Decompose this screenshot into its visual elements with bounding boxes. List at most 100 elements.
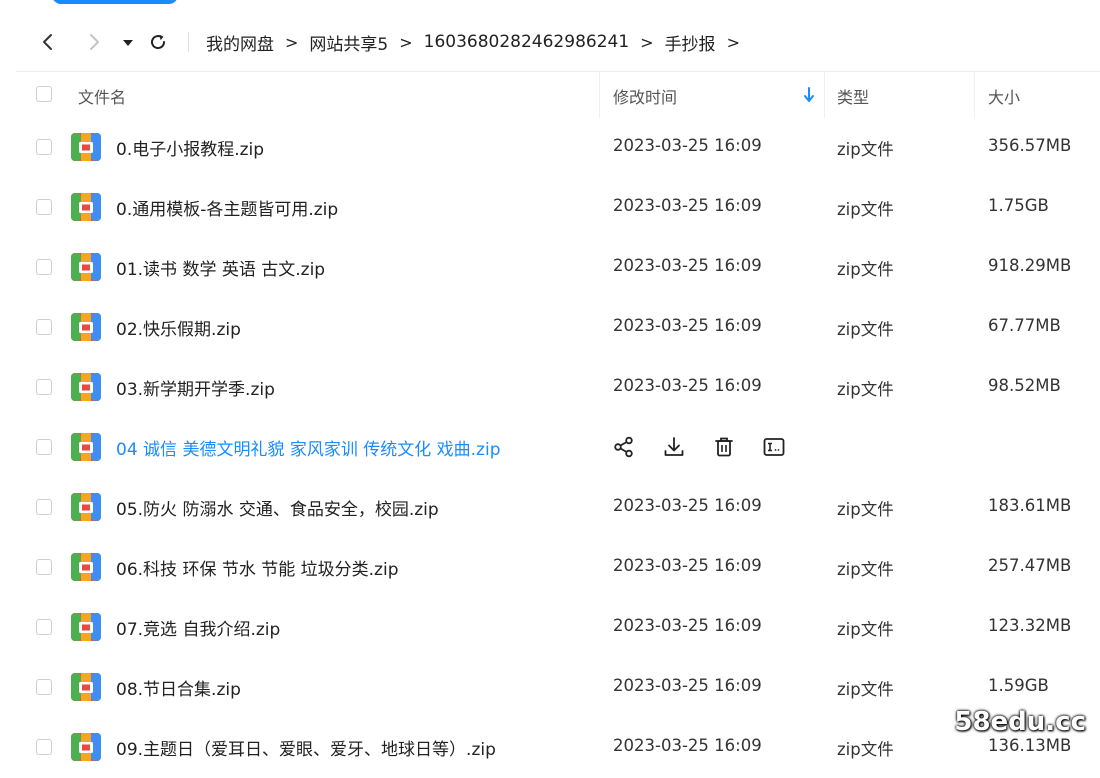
delete-icon[interactable] [712, 435, 736, 459]
file-name[interactable]: 02.快乐假期.zip [116, 315, 241, 340]
table-row[interactable]: 01.读书 数学 英语 古文.zip 2023-03-25 16:09 zip文件 9… [0, 238, 1100, 298]
table-row[interactable]: 05.防火 防溺水 交通、食品安全，校园.zip 2023-03-25 16:09… [0, 478, 1100, 538]
row-checkbox[interactable] [36, 199, 52, 215]
chevron-right-icon[interactable] [84, 32, 104, 52]
zip-archive-icon [70, 671, 102, 703]
file-name[interactable]: 04 诚信 美德文明礼貌 家风家训 传统文化 戏曲.zip [116, 435, 501, 460]
table-row[interactable]: 09.主题日（爱耳日、爱眼、爱牙、地球日等）.zip 2023-03-25 16:… [0, 718, 1100, 778]
nav-separator [188, 32, 189, 52]
file-type: zip文件 [837, 680, 894, 699]
breadcrumb-separator: > [640, 32, 654, 52]
upload-button[interactable] [52, 0, 178, 4]
breadcrumb-separator: > [726, 32, 740, 52]
file-modified: 2023-03-25 16:09 [613, 616, 762, 635]
file-name[interactable]: 01.读书 数学 英语 古文.zip [116, 255, 325, 280]
file-modified: 2023-03-25 16:09 [613, 316, 762, 335]
breadcrumb-item[interactable]: 网站共享5 [309, 30, 388, 55]
table-header: 文件名 修改时间 类型 大小 [0, 72, 1100, 118]
file-name[interactable]: 0.通用模板-各主题皆可用.zip [116, 195, 338, 220]
file-size: 356.57MB [988, 136, 1072, 155]
row-checkbox[interactable] [36, 679, 52, 695]
file-name[interactable]: 03.新学期开学季.zip [116, 375, 275, 400]
file-size: 918.29MB [988, 256, 1072, 275]
table-row[interactable]: 04 诚信 美德文明礼貌 家风家训 传统文化 戏曲.zip [0, 418, 1100, 478]
breadcrumb-item[interactable]: 手抄报 [665, 30, 716, 55]
zip-archive-icon [70, 311, 102, 343]
row-checkbox[interactable] [36, 139, 52, 155]
breadcrumb-separator: > [285, 32, 299, 52]
file-size: 1.75GB [988, 196, 1049, 215]
zip-archive-icon [70, 551, 102, 583]
zip-archive-icon [70, 251, 102, 283]
row-checkbox[interactable] [36, 259, 52, 275]
file-type: zip文件 [837, 320, 894, 339]
breadcrumb-separator: > [399, 32, 413, 52]
file-name[interactable]: 07.竞选 自我介绍.zip [116, 615, 280, 640]
column-divider [824, 72, 825, 118]
row-checkbox[interactable] [36, 559, 52, 575]
zip-archive-icon [70, 431, 102, 463]
file-modified: 2023-03-25 16:09 [613, 556, 762, 575]
file-name[interactable]: 06.科技 环保 节水 节能 垃圾分类.zip [116, 555, 399, 580]
file-type: zip文件 [837, 740, 894, 759]
file-modified: 2023-03-25 16:09 [613, 736, 762, 755]
select-all-checkbox[interactable] [36, 86, 52, 102]
table-row[interactable]: 02.快乐假期.zip 2023-03-25 16:09 zip文件 67.77MB [0, 298, 1100, 358]
row-checkbox[interactable] [36, 499, 52, 515]
share-icon[interactable] [612, 435, 636, 459]
file-type: zip文件 [837, 260, 894, 279]
caret-down-icon[interactable] [118, 32, 138, 52]
file-size: 136.13MB [988, 736, 1072, 755]
file-type: zip文件 [837, 620, 894, 639]
file-size: 98.52MB [988, 376, 1061, 395]
table-row[interactable]: 0.电子小报教程.zip 2023-03-25 16:09 zip文件 356.57M… [0, 118, 1100, 178]
file-size: 67.77MB [988, 316, 1061, 335]
watermark: 58edu.cc [954, 707, 1086, 737]
table-row[interactable]: 06.科技 环保 节水 节能 垃圾分类.zip 2023-03-25 16:09 z… [0, 538, 1100, 598]
file-type: zip文件 [837, 560, 894, 579]
file-name[interactable]: 08.节日合集.zip [116, 675, 241, 700]
download-icon[interactable] [662, 435, 686, 459]
column-header-name[interactable]: 文件名 [78, 84, 126, 108]
file-type: zip文件 [837, 500, 894, 519]
file-type: zip文件 [837, 200, 894, 219]
file-modified: 2023-03-25 16:09 [613, 256, 762, 275]
zip-archive-icon [70, 191, 102, 223]
file-modified: 2023-03-25 16:09 [613, 496, 762, 515]
column-header-type[interactable]: 类型 [837, 84, 869, 108]
file-modified: 2023-03-25 16:09 [613, 136, 762, 155]
column-header-size[interactable]: 大小 [988, 84, 1020, 108]
table-row[interactable]: 07.竞选 自我介绍.zip 2023-03-25 16:09 zip文件 123.3… [0, 598, 1100, 658]
rename-icon[interactable] [762, 435, 786, 459]
file-name[interactable]: 05.防火 防溺水 交通、食品安全，校园.zip [116, 495, 439, 520]
file-name[interactable]: 09.主题日（爱耳日、爱眼、爱牙、地球日等）.zip [116, 735, 496, 760]
file-size: 183.61MB [988, 496, 1072, 515]
breadcrumb-item[interactable]: 1603680282462986241 [424, 32, 630, 52]
row-checkbox[interactable] [36, 619, 52, 635]
file-type: zip文件 [837, 380, 894, 399]
table-row[interactable]: 0.通用模板-各主题皆可用.zip 2023-03-25 16:09 zip文件 1.… [0, 178, 1100, 238]
column-header-modified[interactable]: 修改时间 [613, 84, 677, 108]
chevron-left-icon[interactable] [38, 32, 58, 52]
column-divider [974, 72, 975, 118]
navigation-bar: 我的网盘 > 网站共享5 > 1603680282462986241 > 手抄报… [0, 22, 1100, 62]
zip-archive-icon [70, 491, 102, 523]
row-checkbox[interactable] [36, 319, 52, 335]
file-modified: 2023-03-25 16:09 [613, 196, 762, 215]
file-name[interactable]: 0.电子小报教程.zip [116, 135, 264, 160]
file-modified: 2023-03-25 16:09 [613, 676, 762, 695]
arrow-down-icon[interactable] [802, 86, 816, 104]
zip-archive-icon [70, 371, 102, 403]
breadcrumb-item[interactable]: 我的网盘 [206, 30, 274, 55]
zip-archive-icon [70, 731, 102, 763]
table-row[interactable]: 08.节日合集.zip 2023-03-25 16:09 zip文件 1.59GB [0, 658, 1100, 718]
refresh-icon[interactable] [148, 32, 168, 52]
file-size: 257.47MB [988, 556, 1072, 575]
column-divider [599, 72, 600, 118]
row-checkbox[interactable] [36, 439, 52, 455]
table-row[interactable]: 03.新学期开学季.zip 2023-03-25 16:09 zip文件 98.52M… [0, 358, 1100, 418]
row-checkbox[interactable] [36, 379, 52, 395]
file-modified: 2023-03-25 16:09 [613, 376, 762, 395]
row-checkbox[interactable] [36, 739, 52, 755]
breadcrumb: 我的网盘 > 网站共享5 > 1603680282462986241 > 手抄报… [206, 30, 751, 55]
